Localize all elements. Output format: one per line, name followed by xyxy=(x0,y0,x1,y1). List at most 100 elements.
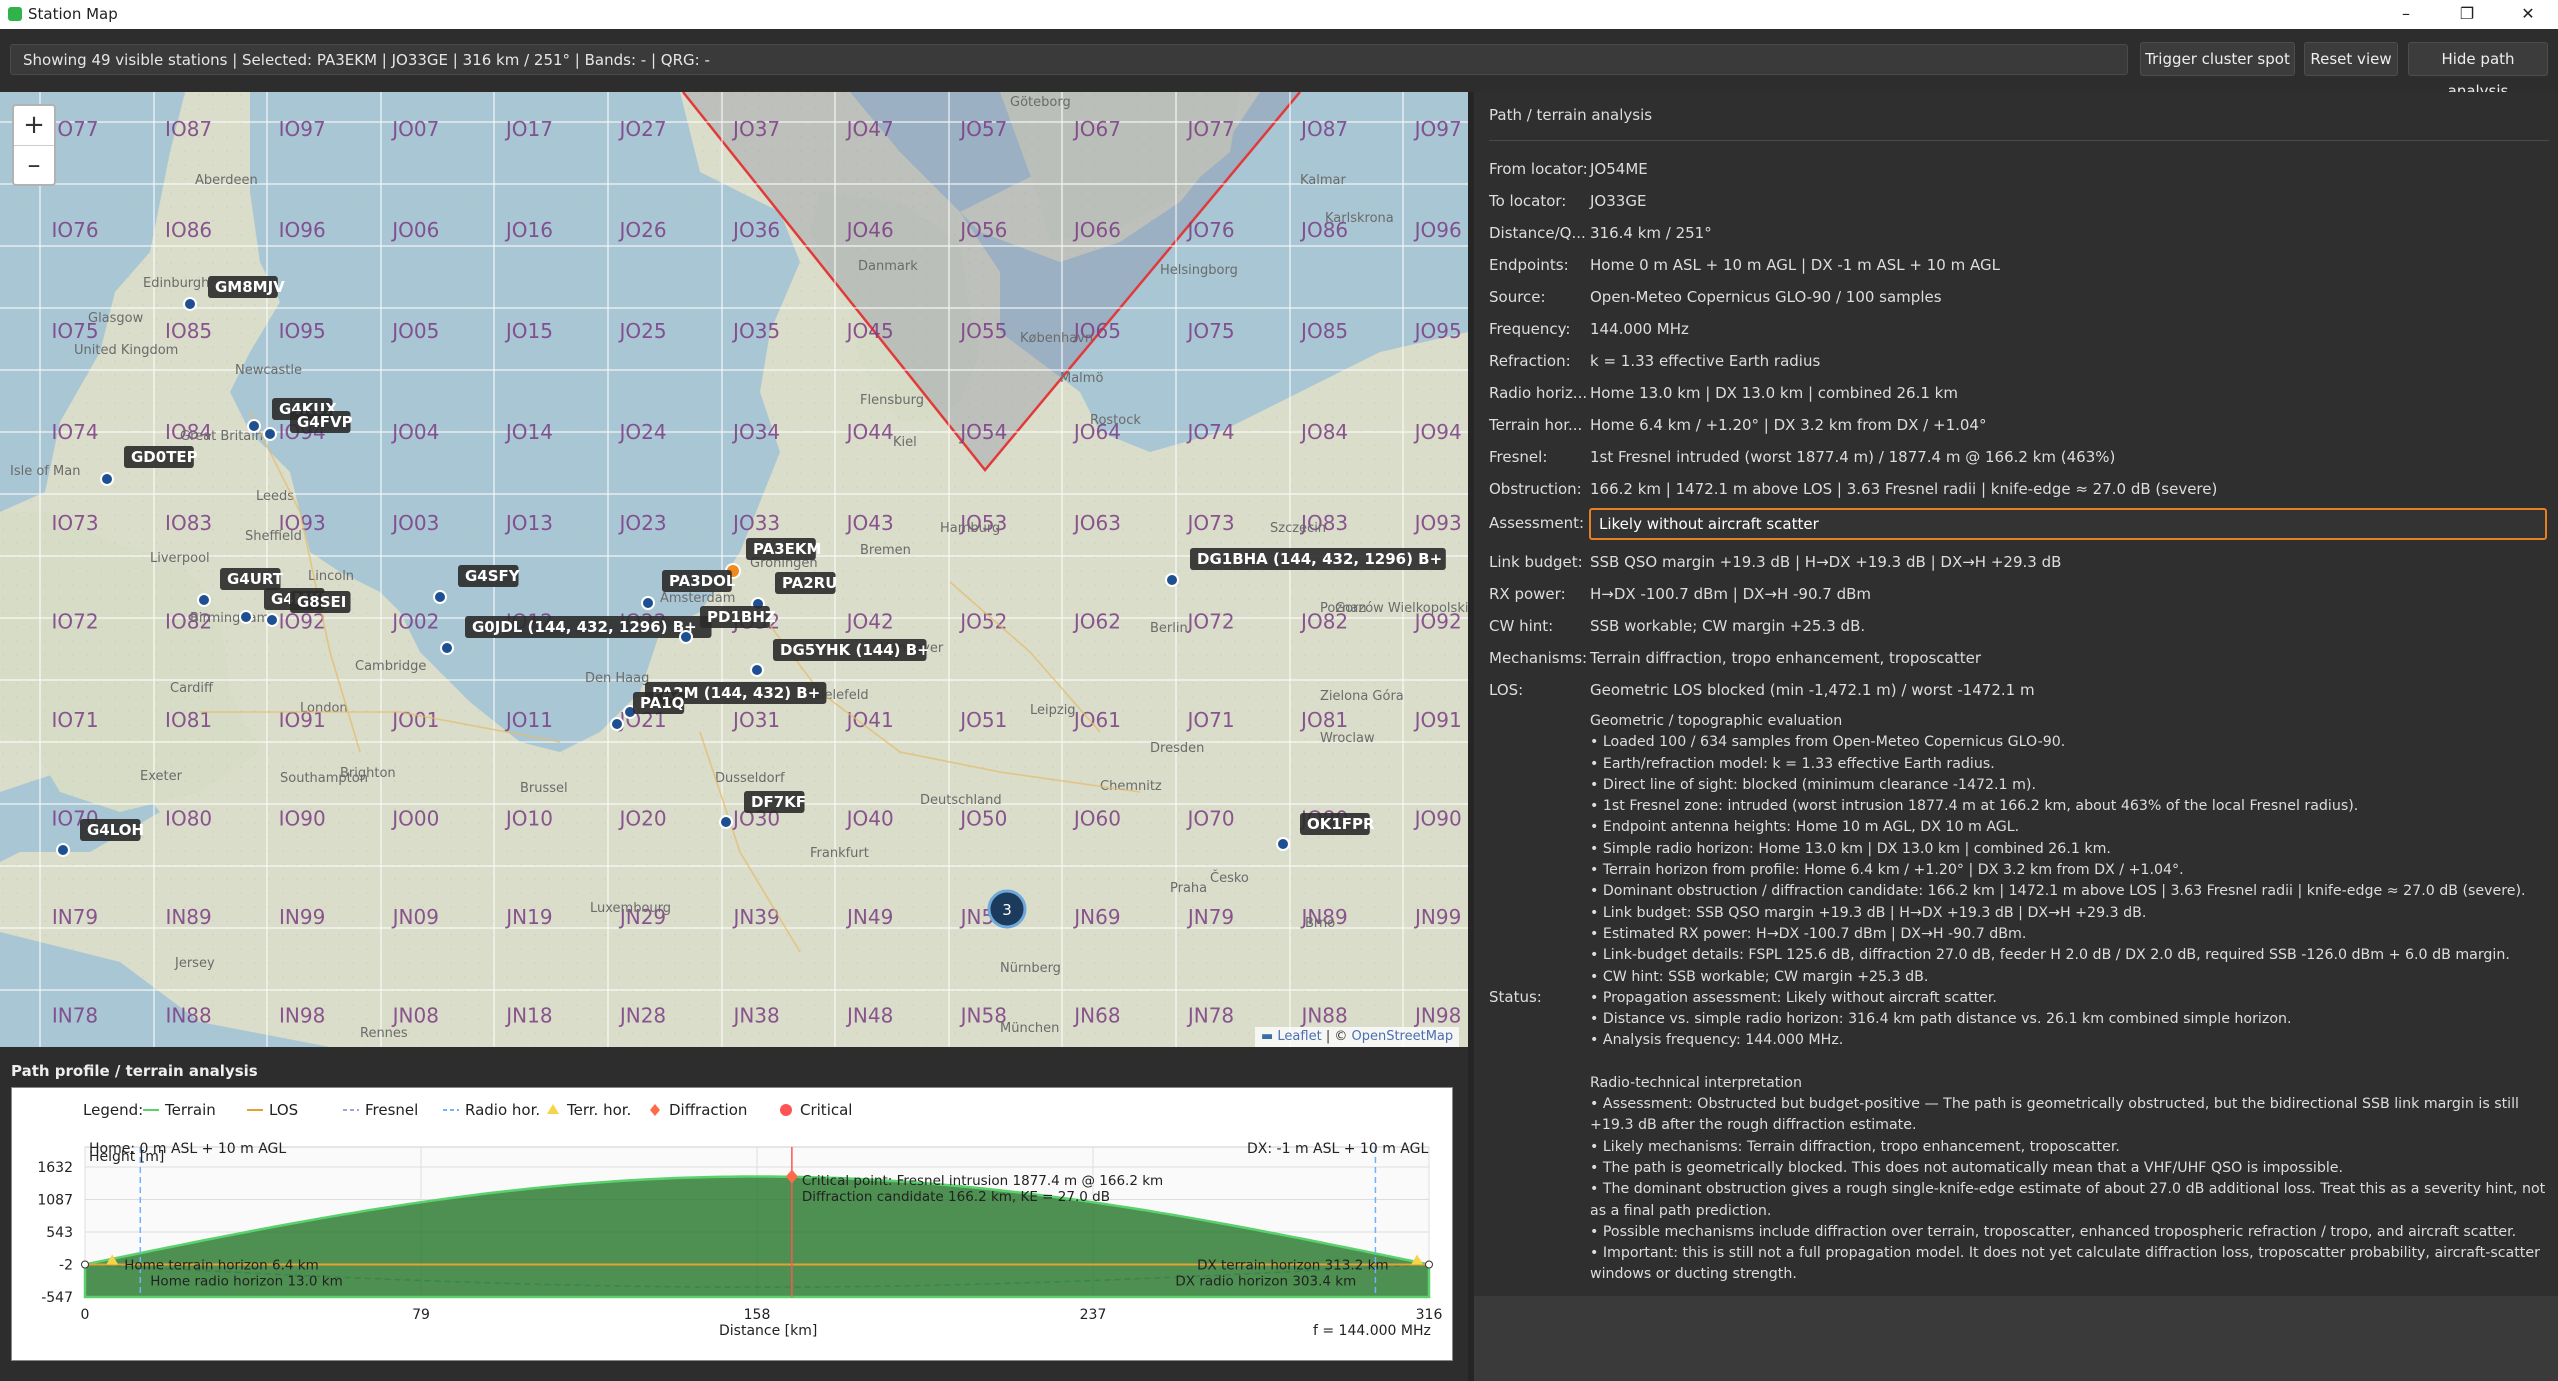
locator-label: IO90 xyxy=(279,807,326,831)
locator-label: JO51 xyxy=(958,708,1007,732)
status-line: • Dominant obstruction / diffraction can… xyxy=(1590,883,2526,900)
locator-label: JN09 xyxy=(391,905,439,929)
place-name: Helsingborg xyxy=(1160,263,1238,278)
locator-label: JO24 xyxy=(617,420,666,444)
locator-label: JO02 xyxy=(390,610,439,634)
profile-annotation: DX terrain horizon 313.2 km xyxy=(1197,1257,1389,1273)
station-cluster[interactable]: 3 xyxy=(987,889,1027,929)
leaflet-link[interactable]: Leaflet xyxy=(1277,1029,1321,1044)
analysis-row-label: RX power: xyxy=(1489,585,1566,603)
place-name: Sheffield xyxy=(245,529,302,544)
locator-label: IO96 xyxy=(279,218,326,242)
locator-label: JO85 xyxy=(1299,319,1348,343)
place-name: Karlskrona xyxy=(1325,211,1394,226)
station-callsign: PA2RU xyxy=(782,574,837,592)
locator-label: JO72 xyxy=(1185,610,1234,634)
place-name: Nürnberg xyxy=(1000,961,1061,976)
reset-view-button[interactable]: Reset view xyxy=(2304,42,2398,76)
profile-annotation: Home radio horizon 13.0 km xyxy=(150,1273,342,1289)
legend-label: Legend: xyxy=(83,1101,143,1119)
station-callsign: G8SEI xyxy=(297,593,346,611)
locator-label: JO00 xyxy=(390,807,439,831)
y-tick-label: 1087 xyxy=(37,1193,73,1209)
status-line: • Link budget: SSB QSO margin +19.3 dB |… xyxy=(1590,904,2147,921)
analysis-row-label: Endpoints: xyxy=(1489,256,1569,274)
status-line: Geometric / topographic evaluation xyxy=(1590,713,1843,729)
maximize-button[interactable]: ❐ xyxy=(2447,2,2487,26)
locator-label: IO72 xyxy=(51,610,98,634)
analysis-row-label: Terrain hor... xyxy=(1489,416,1583,434)
locator-label: JO46 xyxy=(845,218,894,242)
locator-label: IN99 xyxy=(279,905,325,929)
status-line: • Estimated RX power: H→DX -100.7 dBm | … xyxy=(1590,925,2027,942)
station-callsign: PA1Q xyxy=(640,694,684,712)
zoom-out-button[interactable]: – xyxy=(14,146,54,185)
station-map[interactable]: IO77 IO87 IO97 JO07 JO17 JO27 JO37 JO47 JO57 JO67… xyxy=(0,92,1468,1047)
place-name: København xyxy=(1020,331,1093,346)
y-tick-label: 1632 xyxy=(37,1160,73,1176)
place-name: Malmö xyxy=(1060,371,1103,386)
locator-label: JO52 xyxy=(958,610,1007,634)
status-line: • Link-budget details: FSPL 125.6 dB, di… xyxy=(1590,947,2510,964)
place-name: Hamburg xyxy=(940,521,1000,536)
zoom-in-button[interactable]: + xyxy=(14,106,54,146)
trigger-cluster-spot-button[interactable]: Trigger cluster spot xyxy=(2140,42,2295,76)
station-callsign: PA3EKM xyxy=(753,540,821,558)
locator-label: JO07 xyxy=(390,117,439,141)
profile-chart: Legend: Terrain LOS Fresnel Radio hor. Terr.… xyxy=(11,1087,1453,1361)
locator-label: JO40 xyxy=(845,807,894,831)
place-name: Česko xyxy=(1210,870,1249,886)
hide-path-analysis-button[interactable]: Hide path analysis xyxy=(2408,42,2548,100)
locator-label: IO92 xyxy=(279,610,326,634)
profile-annotation: DX radio horizon 303.4 km xyxy=(1175,1273,1356,1289)
locator-label: IN88 xyxy=(165,1004,211,1028)
place-name: Rennes xyxy=(360,1026,408,1041)
locator-label: JO04 xyxy=(390,420,439,444)
locator-label: IO85 xyxy=(165,319,212,343)
locator-label: JO44 xyxy=(845,420,894,444)
locator-label: JN49 xyxy=(845,905,893,929)
station-callsign: G4FVP xyxy=(297,413,353,431)
locator-label: JO16 xyxy=(504,218,553,242)
locator-label: JO90 xyxy=(1413,807,1462,831)
locator-label: JN88 xyxy=(1299,1004,1347,1028)
place-name: Chemnitz xyxy=(1100,779,1162,794)
status-line: • Endpoint antenna heights: Home 10 m AG… xyxy=(1590,819,2020,836)
status-line: • Propagation assessment: Likely without… xyxy=(1590,989,1997,1006)
place-name: Szczecin xyxy=(1270,521,1326,536)
place-name: London xyxy=(300,701,348,716)
analysis-row-value: SSB workable; CW margin +25.3 dB. xyxy=(1590,617,1866,635)
close-button[interactable]: ✕ xyxy=(2508,2,2548,26)
station-callsign: GM8MJV xyxy=(215,278,285,296)
analysis-title: Path / terrain analysis xyxy=(1489,106,1653,124)
locator-label: JO23 xyxy=(617,511,666,535)
locator-label: JO66 xyxy=(1072,218,1121,242)
locator-label: JO75 xyxy=(1185,319,1234,343)
y-tick-label: 543 xyxy=(46,1225,73,1241)
map-attribution: ▬ Leaflet | © OpenStreetMap xyxy=(1255,1027,1460,1047)
locator-label: IO83 xyxy=(165,511,212,535)
osm-link[interactable]: OpenStreetMap xyxy=(1351,1029,1453,1044)
locator-label: JO50 xyxy=(958,807,1007,831)
analysis-row-value: 144.000 MHz xyxy=(1590,320,1689,338)
locator-label: JN39 xyxy=(731,905,779,929)
locator-label: JO43 xyxy=(845,511,894,535)
place-name: Flensburg xyxy=(860,393,924,408)
analysis-divider xyxy=(1489,140,2549,141)
map-canvas[interactable]: IO77 IO87 IO97 JO07 JO17 JO27 JO37 JO47 JO57 JO67… xyxy=(0,92,1468,1047)
locator-label: JN48 xyxy=(845,1004,893,1028)
locator-label: JN99 xyxy=(1413,905,1461,929)
place-name: Brno xyxy=(1305,916,1335,931)
assessment-field[interactable]: Likely without aircraft scatter xyxy=(1589,508,2547,540)
status-line: • The path is geometrically blocked. Thi… xyxy=(1590,1159,2344,1176)
locator-label: JO94 xyxy=(1413,420,1462,444)
status-line: • Possible mechanisms include diffractio… xyxy=(1590,1223,2517,1240)
locator-label: JO14 xyxy=(504,420,553,444)
analysis-row-label: Mechanisms: xyxy=(1489,649,1588,667)
locator-label: JN98 xyxy=(1413,1004,1461,1028)
place-name: Wroclaw xyxy=(1320,731,1375,746)
zoom-control: + – xyxy=(12,104,56,186)
analysis-row-value: Terrain diffraction, tropo enhancement, … xyxy=(1590,649,1981,667)
minimize-button[interactable]: – xyxy=(2386,2,2426,26)
analysis-row-value: 316.4 km / 251° xyxy=(1590,224,1712,242)
